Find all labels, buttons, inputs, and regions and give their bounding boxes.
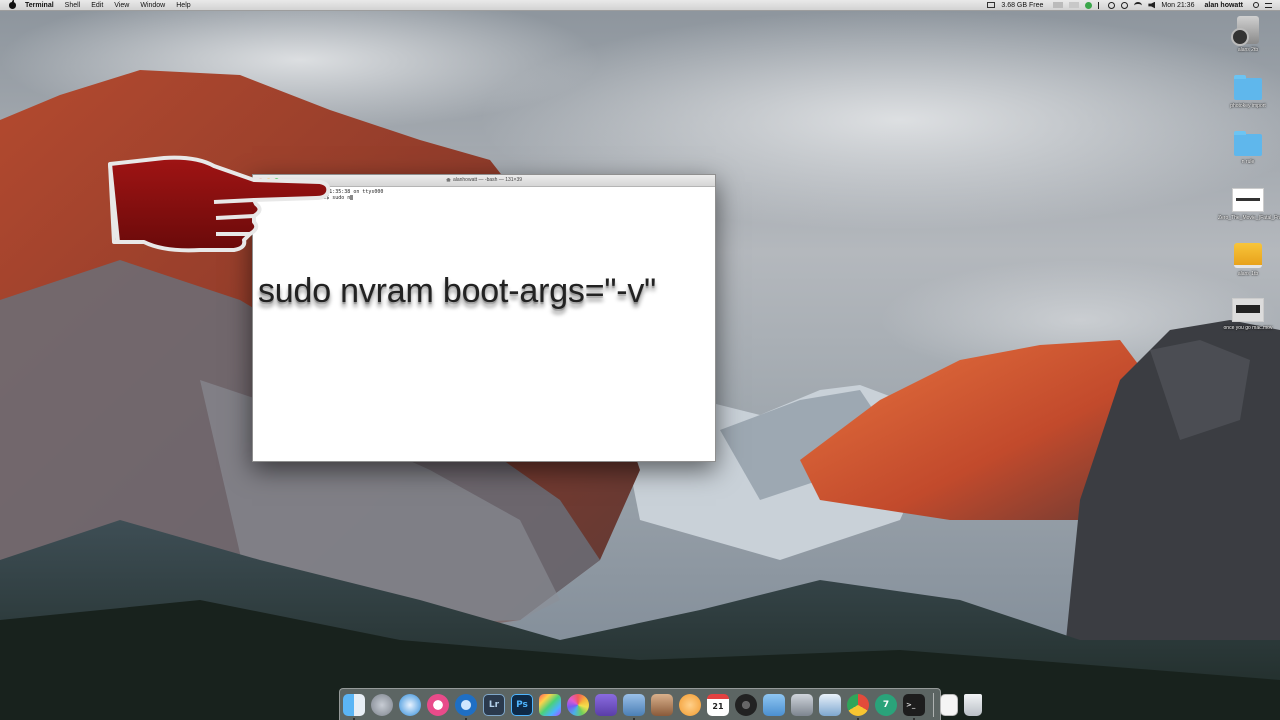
dock-quicktime-icon[interactable] [455,693,477,720]
dock-preview-icon[interactable] [623,693,645,720]
time-machine-icon[interactable] [1121,1,1129,9]
dock-lightroom-icon[interactable]: Lr [483,693,505,716]
dock-dvd-player-icon[interactable] [735,693,757,716]
dock-launchpad-icon[interactable] [371,693,393,716]
dock-trash-icon[interactable] [964,693,982,716]
folder-icon [1234,75,1262,100]
dock-photo-app-icon[interactable] [651,693,673,716]
external-drive-icon [1234,243,1262,268]
terminal-title: alanhowatt — -bash — 131×39 [452,177,523,183]
dock-photoshop-icon[interactable]: Ps [511,693,533,716]
dock-imovie-icon[interactable] [595,693,617,716]
dock-final-cut-icon[interactable] [539,693,561,716]
desktop-icon-zero-the-movie[interactable]: Zero_The_Movie_(Fatal_Fra...d5).mp4 [1218,188,1280,221]
terminal-cursor [350,195,354,200]
external-drive-icon [1231,16,1259,46]
desktop-icon-alans-1tb[interactable]: alans 1tb [1218,243,1278,277]
dock-system-app-icon[interactable] [791,693,813,716]
dock-folder-icon[interactable] [763,693,785,716]
menu-window[interactable]: Window [140,2,165,9]
desktop-icon-alans-2tb[interactable]: alans 2tb [1218,16,1278,53]
dock: Lr Ps 21 7 >_ [339,688,982,720]
menubar-user[interactable]: alan howatt [1204,2,1243,9]
status-area: 3.68 GB Free Mon 21:36 alan howatt [987,0,1280,11]
dock-terminal-icon[interactable]: >_ [903,693,925,720]
screen-share-icon[interactable] [987,2,996,8]
menu-help[interactable]: Help [176,2,190,9]
evernote-icon[interactable] [1085,1,1093,9]
notification-center-icon[interactable] [1265,2,1272,8]
desktop-icon-n-rule[interactable]: n rule [1218,131,1278,165]
menu-bar: Terminal Shell Edit View Window Help 3.6… [0,0,1280,11]
apple-menu-icon[interactable] [9,0,16,9]
app-menu-terminal[interactable]: Terminal [25,2,54,9]
desktop-icon-once-you-go-mac[interactable]: once you go mac.mov [1218,298,1278,331]
dock-app-7-icon[interactable]: 7 [875,693,897,716]
dock-preview-2-icon[interactable] [819,693,841,716]
desktop-icon-photokey-import[interactable]: photokey import [1218,75,1278,109]
disk-free-status[interactable]: 3.68 GB Free [1001,2,1043,9]
folder-icon [1234,131,1262,156]
menubar-clock[interactable]: Mon 21:36 [1161,2,1194,9]
menu-view[interactable]: View [114,2,129,9]
dock-orange-app-icon[interactable] [679,693,701,716]
dock-finder-icon[interactable] [343,693,365,720]
dock-safari-icon[interactable] [399,693,421,716]
dock-chrome-icon[interactable] [847,693,869,720]
cpu-meter-icon[interactable] [1053,2,1064,8]
dock-separator [933,692,934,717]
command-caption-overlay: sudo nvram boot-args="-v" [258,272,657,310]
dock-calendar-icon[interactable]: 21 [707,693,729,716]
dock-photos-icon[interactable] [567,693,589,716]
bluetooth-icon[interactable] [1098,1,1102,9]
video-file-icon [1232,298,1264,322]
volume-icon[interactable] [1148,1,1156,9]
menu-edit[interactable]: Edit [91,2,103,9]
network-meter-icon[interactable] [1069,2,1080,8]
video-file-icon [1232,188,1264,212]
pointing-hand-icon [104,152,332,256]
sync-icon[interactable] [1108,1,1116,9]
menu-shell[interactable]: Shell [65,2,81,9]
wifi-icon[interactable] [1134,1,1143,9]
dock-document-icon[interactable] [940,693,958,716]
home-folder-icon [445,177,451,182]
dock-itunes-icon[interactable] [427,693,449,716]
spotlight-search-icon[interactable] [1253,2,1259,8]
